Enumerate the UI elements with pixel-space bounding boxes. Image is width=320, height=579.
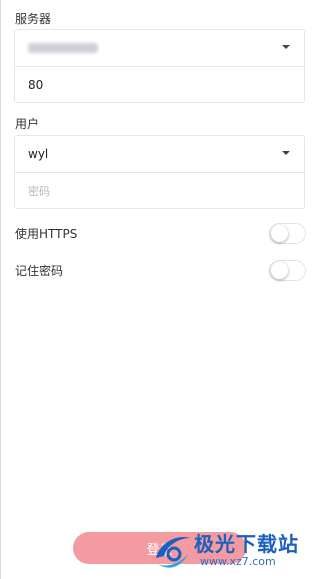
user-section-label: 用户	[15, 117, 40, 131]
remember-password-toggle-knob	[271, 261, 288, 279]
https-option-row: 使用HTTPS	[15, 221, 306, 245]
password-field[interactable]: 密码	[15, 172, 304, 208]
server-port-field[interactable]: 80	[15, 66, 304, 102]
server-host-select[interactable]	[15, 30, 304, 66]
remember-password-row: 记住密码	[15, 258, 306, 282]
login-button[interactable]: 登录	[73, 532, 246, 564]
left-divider	[0, 0, 1, 579]
https-label: 使用HTTPS	[15, 226, 78, 241]
password-placeholder: 密码	[28, 184, 50, 198]
username-value: wyl	[28, 147, 49, 161]
chevron-down-icon[interactable]	[282, 45, 290, 49]
remember-password-label: 记住密码	[15, 263, 64, 278]
server-host-value-redacted	[28, 43, 98, 53]
server-port-value: 80	[28, 77, 44, 92]
server-section-label: 服务器	[15, 12, 52, 26]
server-card: 80	[14, 29, 305, 103]
login-button-label: 登录	[146, 541, 173, 557]
https-toggle-knob	[271, 224, 288, 242]
chevron-down-icon[interactable]	[282, 151, 290, 155]
user-card: wyl 密码	[14, 135, 305, 209]
https-toggle[interactable]	[269, 222, 306, 244]
username-select[interactable]: wyl	[15, 136, 304, 172]
remember-password-toggle[interactable]	[269, 259, 306, 281]
